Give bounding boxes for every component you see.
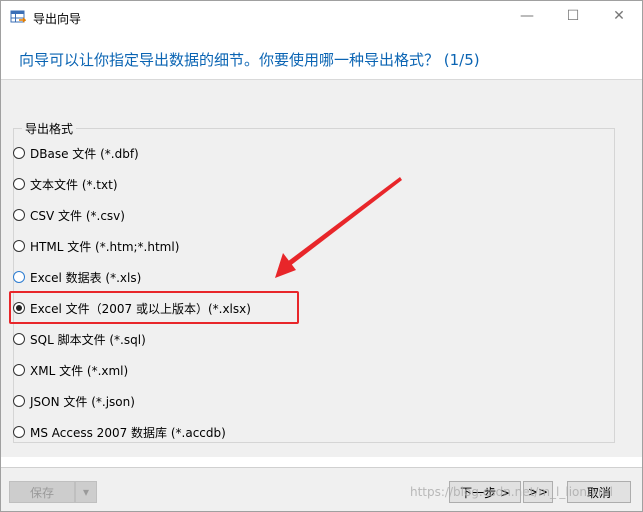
window-title: 导出向导 [33, 12, 82, 26]
maximize-button[interactable]: ☐ [550, 1, 596, 31]
option-sql[interactable]: SQL 脚本文件 (*.sql) [13, 328, 146, 350]
radio-xml[interactable] [13, 364, 25, 376]
wizard-heading: 向导可以让你指定导出数据的细节。你要使用哪一种导出格式？ (1/5) [19, 51, 480, 69]
table-export-icon [10, 10, 26, 23]
radio-txt[interactable] [13, 178, 25, 190]
option-html[interactable]: HTML 文件 (*.htm;*.html) [13, 235, 179, 257]
footer-bar: 保存 ▾ 下一步 > >> 取消 [1, 468, 642, 511]
option-label: CSV 文件 (*.csv) [30, 208, 125, 223]
option-label: Excel 数据表 (*.xls) [30, 270, 142, 285]
export-wizard-window: 导出向导 — ☐ ✕ 向导可以让你指定导出数据的细节。你要使用哪一种导出格式？ … [0, 0, 643, 512]
save-dropdown-button[interactable]: ▾ [75, 481, 97, 503]
option-json[interactable]: JSON 文件 (*.json) [13, 390, 135, 412]
option-label: SQL 脚本文件 (*.sql) [30, 332, 146, 347]
red-highlight-box [9, 291, 299, 324]
option-accdb[interactable]: MS Access 2007 数据库 (*.accdb) [13, 421, 226, 443]
radio-xls[interactable] [13, 271, 25, 283]
save-button[interactable]: 保存 [9, 481, 75, 503]
option-txt[interactable]: 文本文件 (*.txt) [13, 173, 118, 195]
option-dbf[interactable]: DBase 文件 (*.dbf) [13, 142, 139, 164]
cancel-button[interactable]: 取消 [567, 481, 631, 503]
title-bar: 导出向导 — ☐ ✕ [1, 1, 642, 33]
option-label: MS Access 2007 数据库 (*.accdb) [30, 425, 226, 440]
radio-html[interactable] [13, 240, 25, 252]
next-button[interactable]: 下一步 > [449, 481, 521, 503]
group-legend: 导出格式 [25, 122, 74, 136]
radio-csv[interactable] [13, 209, 25, 221]
radio-dbf[interactable] [13, 147, 25, 159]
option-xml[interactable]: XML 文件 (*.xml) [13, 359, 128, 381]
option-label: XML 文件 (*.xml) [30, 363, 129, 378]
option-label: DBase 文件 (*.dbf) [30, 146, 139, 161]
option-label: HTML 文件 (*.htm;*.html) [30, 239, 180, 254]
option-csv[interactable]: CSV 文件 (*.csv) [13, 204, 125, 226]
option-label: JSON 文件 (*.json) [30, 394, 135, 409]
last-step-button[interactable]: >> [523, 481, 553, 503]
option-label: 文本文件 (*.txt) [30, 177, 118, 192]
radio-accdb[interactable] [13, 426, 25, 438]
minimize-button[interactable]: — [504, 1, 550, 31]
radio-sql[interactable] [13, 333, 25, 345]
radio-json[interactable] [13, 395, 25, 407]
close-button[interactable]: ✕ [596, 1, 642, 31]
option-xls[interactable]: Excel 数据表 (*.xls) [13, 266, 141, 288]
